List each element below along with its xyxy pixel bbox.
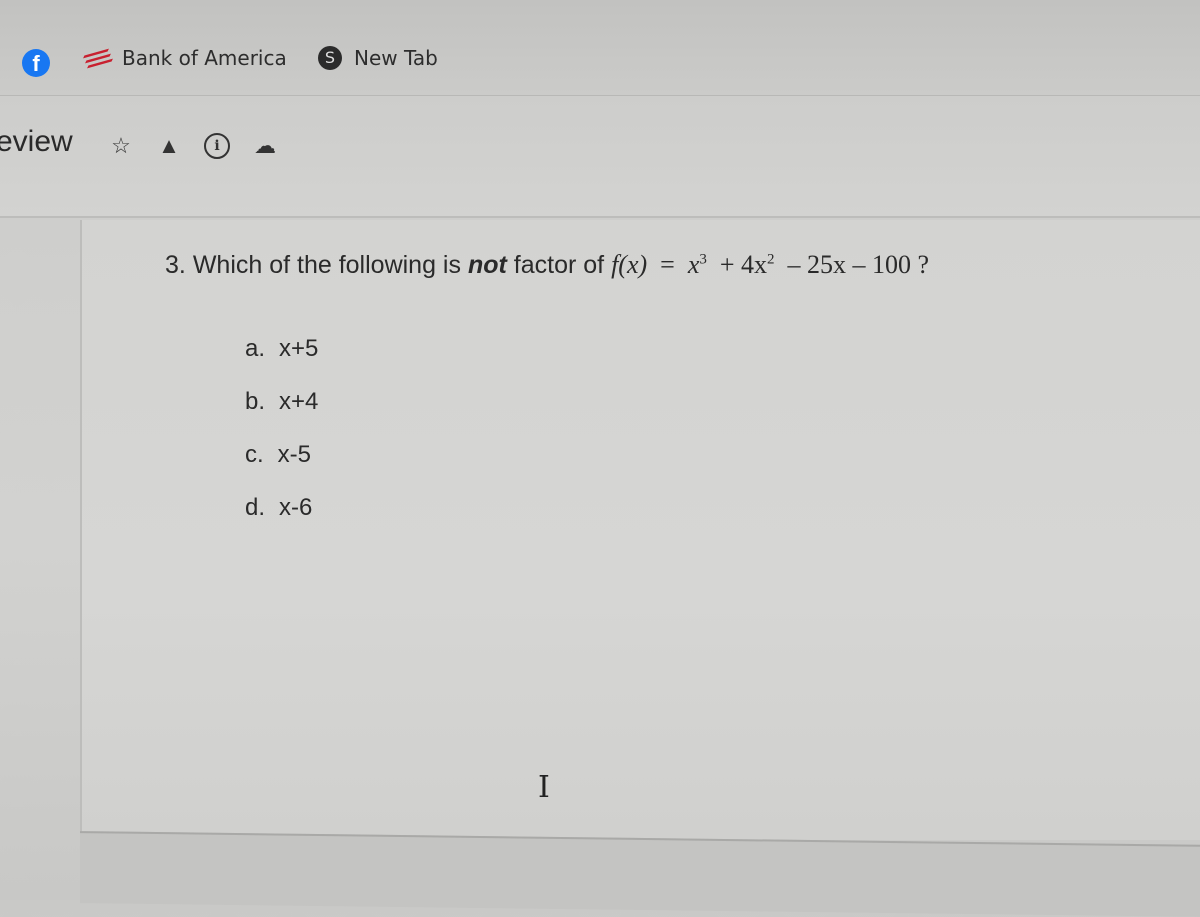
option-d: d. x-6	[245, 494, 318, 547]
question-emphasis: not	[467, 251, 507, 279]
bookmark-bank-of-america[interactable]: Bank of America	[82, 46, 287, 70]
question-number: 3.	[165, 251, 186, 279]
document-title[interactable]: eview	[0, 125, 73, 159]
option-text: x-5	[277, 441, 312, 468]
option-text: x-6	[279, 494, 313, 521]
term-4x: + 4x	[719, 250, 768, 279]
option-text: x+4	[279, 388, 319, 415]
answer-options: a. x+5 b. x+4 c. x-5 d. x-6	[245, 335, 318, 547]
globe-icon: S	[318, 46, 342, 70]
bookmark-label: Bank of America	[122, 46, 287, 70]
document-title-icons: ☆ ▲ i ☁	[108, 133, 278, 159]
option-letter: a.	[245, 335, 266, 362]
exponent: 2	[767, 251, 775, 268]
equals-sign: =	[660, 250, 675, 279]
term-rest: – 25x – 100 ?	[787, 250, 930, 279]
term-x: x	[687, 250, 700, 279]
facebook-icon[interactable]: f	[22, 49, 50, 77]
bookmark-label: New Tab	[354, 46, 438, 70]
math-expression: f(x) = x3 + 4x2 – 25x – 100 ?	[611, 250, 929, 279]
bookmark-new-tab[interactable]: S New Tab	[318, 46, 438, 70]
option-letter: c.	[245, 441, 264, 468]
next-page-edge	[80, 831, 1200, 917]
option-b: b. x+4	[245, 388, 318, 441]
cloud-check-icon[interactable]: ☁	[252, 133, 278, 159]
star-icon[interactable]: ☆	[108, 133, 134, 159]
exponent: 3	[699, 251, 707, 268]
bank-of-america-icon	[82, 48, 113, 69]
option-letter: b.	[245, 388, 266, 415]
question-text: 3. Which of the following is not factor …	[165, 250, 929, 280]
option-a: a. x+5	[245, 335, 318, 388]
function-name: f(x)	[611, 250, 648, 279]
option-letter: d.	[245, 494, 266, 521]
option-text: x+5	[279, 335, 319, 362]
question-suffix: factor of	[513, 251, 605, 279]
info-icon[interactable]: i	[204, 133, 230, 159]
drive-add-icon[interactable]: ▲	[156, 133, 182, 159]
question-prefix: Which of the following is	[192, 251, 461, 279]
option-c: c. x-5	[245, 441, 318, 494]
bookmarks-bar: f Bank of America S New Tab	[0, 0, 1200, 96]
text-cursor-icon: I	[538, 770, 550, 805]
